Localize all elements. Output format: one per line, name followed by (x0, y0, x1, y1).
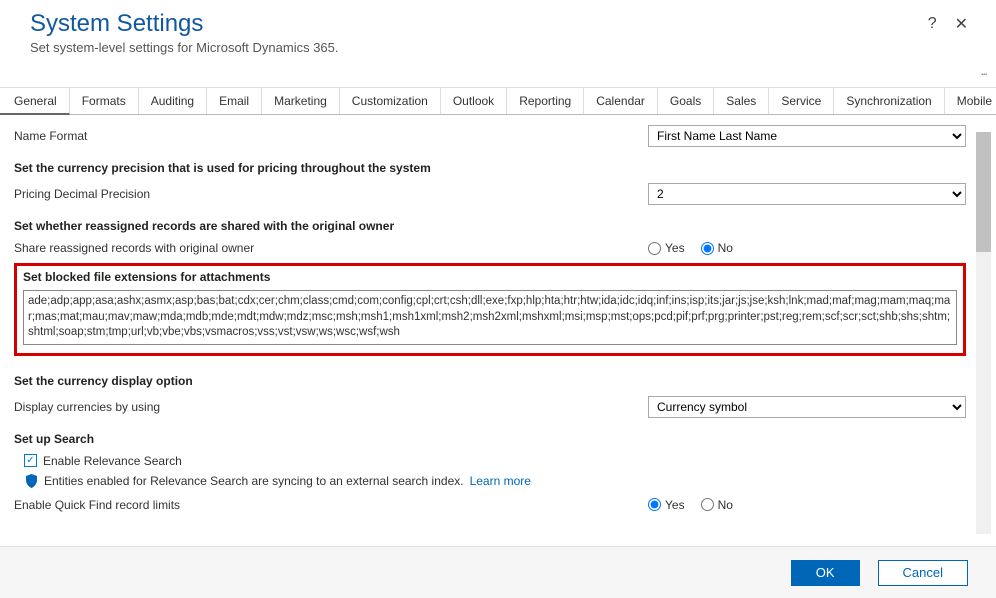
reassign-yes-label: Yes (665, 241, 685, 255)
pricing-precision-label: Pricing Decimal Precision (14, 187, 648, 201)
blocked-heading: Set blocked file extensions for attachme… (23, 270, 957, 284)
page-title: System Settings (30, 10, 966, 38)
tab-service[interactable]: Service (769, 88, 834, 114)
quickfind-no-label: No (718, 498, 733, 512)
currency-display-label: Display currencies by using (14, 400, 648, 414)
reassign-no-label: No (718, 241, 733, 255)
tabs-bar: GeneralFormatsAuditingEmailMarketingCust… (0, 87, 996, 115)
tab-email[interactable]: Email (207, 88, 262, 114)
reassign-no-radio[interactable]: No (701, 241, 733, 255)
relevance-info-text: Entities enabled for Relevance Search ar… (44, 474, 464, 488)
help-icon[interactable]: ? (928, 15, 937, 33)
currency-display-heading: Set the currency display option (14, 374, 966, 388)
quickfind-yes-label: Yes (665, 498, 685, 512)
relevance-label: Enable Relevance Search (43, 454, 182, 468)
tab-sales[interactable]: Sales (714, 88, 769, 114)
learn-more-link[interactable]: Learn more (470, 474, 531, 488)
currency-precision-heading: Set the currency precision that is used … (14, 161, 966, 175)
blocked-extensions-input[interactable]: ade;adp;app;asa;ashx;asmx;asp;bas;bat;cd… (23, 290, 957, 345)
tab-marketing[interactable]: Marketing (262, 88, 340, 114)
quickfind-label: Enable Quick Find record limits (14, 498, 648, 512)
shield-icon (24, 474, 38, 488)
cancel-button[interactable]: Cancel (878, 560, 968, 586)
blocked-extensions-section: Set blocked file extensions for attachme… (14, 263, 966, 356)
reassign-heading: Set whether reassigned records are share… (14, 219, 966, 233)
relevance-checkbox[interactable]: ✓ (24, 454, 37, 467)
reassign-label: Share reassigned records with original o… (14, 241, 648, 255)
pricing-precision-select[interactable]: 2 (648, 183, 966, 205)
currency-display-select[interactable]: Currency symbol (648, 396, 966, 418)
tab-mobile-client[interactable]: Mobile Client (945, 88, 996, 114)
reassign-yes-radio[interactable]: Yes (648, 241, 685, 255)
close-icon[interactable]: ✕ (955, 14, 968, 34)
overflow-icon[interactable]: ... (980, 62, 986, 78)
tab-formats[interactable]: Formats (70, 88, 139, 114)
content-area: Name Format First Name Last Name Set the… (0, 115, 996, 515)
page-subtitle: Set system-level settings for Microsoft … (30, 40, 966, 55)
tab-synchronization[interactable]: Synchronization (834, 88, 944, 114)
name-format-select[interactable]: First Name Last Name (648, 125, 966, 147)
search-heading: Set up Search (14, 432, 966, 446)
quickfind-yes-radio[interactable]: Yes (648, 498, 685, 512)
tab-auditing[interactable]: Auditing (139, 88, 207, 114)
name-format-label: Name Format (14, 129, 648, 143)
tab-calendar[interactable]: Calendar (584, 88, 658, 114)
tab-goals[interactable]: Goals (658, 88, 714, 114)
ok-button[interactable]: OK (791, 560, 860, 586)
quickfind-no-radio[interactable]: No (701, 498, 733, 512)
footer-bar: OK Cancel (0, 546, 996, 598)
tab-outlook[interactable]: Outlook (441, 88, 507, 114)
tab-reporting[interactable]: Reporting (507, 88, 584, 114)
tab-customization[interactable]: Customization (340, 88, 441, 114)
tab-general[interactable]: General (0, 88, 70, 115)
